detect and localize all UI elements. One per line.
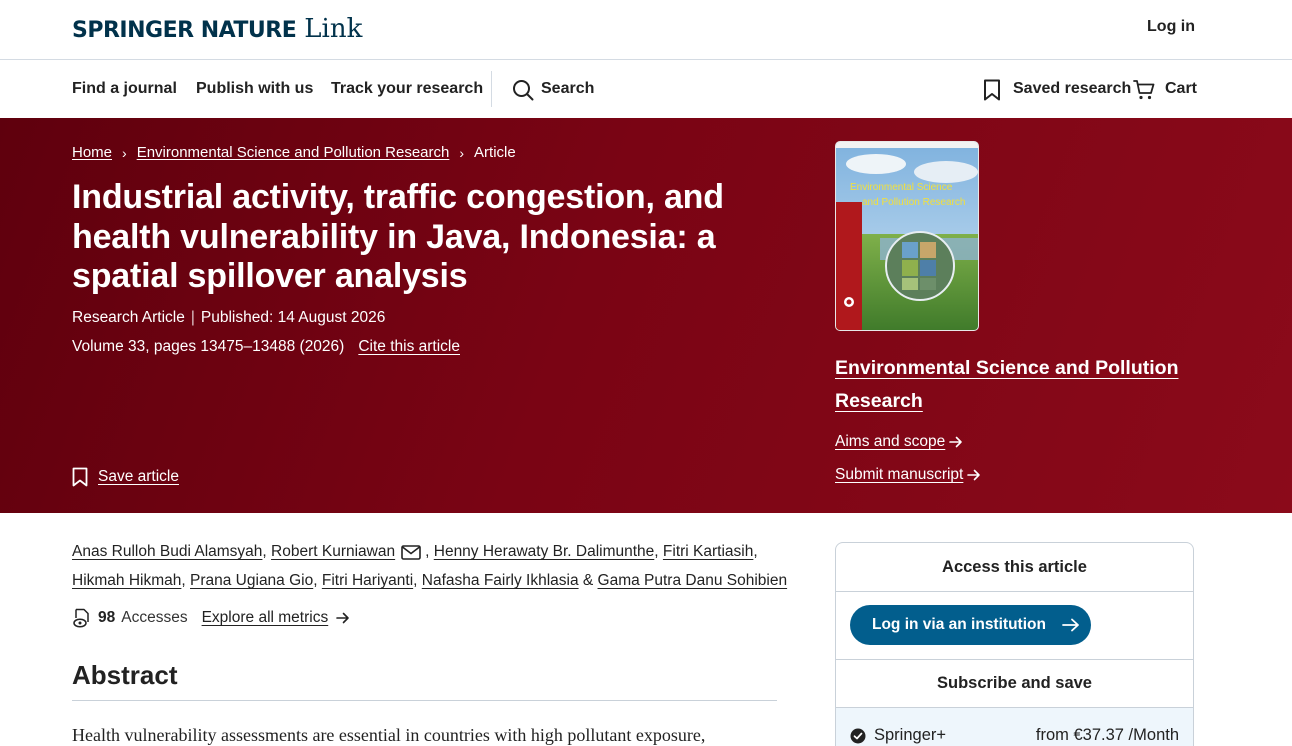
cart-icon[interactable] (1133, 79, 1155, 101)
author-link[interactable]: Nafasha Fairly Ikhlasia (422, 572, 579, 589)
abstract-heading: Abstract (72, 660, 178, 690)
check-circle-icon (850, 728, 866, 743)
author-link[interactable]: Robert Kurniawan (271, 543, 395, 560)
author-link[interactable]: Fitri Kartiasih (663, 543, 753, 560)
email-icon[interactable] (401, 545, 421, 560)
breadcrumb-current: Article (474, 144, 516, 161)
author-list: Anas Rulloh Budi Alamsyah, Robert Kurnia… (72, 543, 788, 589)
nav-publish[interactable]: Publish with us (196, 80, 313, 98)
chevron-right-icon: › (459, 144, 465, 161)
aims-scope-link[interactable]: Aims and scope (835, 433, 963, 451)
explore-metrics-link[interactable]: Explore all metrics (202, 609, 329, 627)
save-article-button[interactable]: Save article (72, 467, 179, 487)
submit-manuscript-label: Submit manuscript (835, 466, 964, 483)
access-article-panel: Access this article Log in via an instit… (835, 542, 1194, 746)
springer-nature-link-logo[interactable]: SPRINGER NATURE Link (72, 14, 362, 44)
nav-find-journal[interactable]: Find a journal (72, 80, 177, 98)
cite-article-link[interactable]: Cite this article (358, 338, 460, 355)
author-link[interactable]: Fitri Hariyanti (322, 572, 413, 589)
arrow-right-icon (967, 469, 981, 481)
journal-name-link[interactable]: Environmental Science and Pollution Rese… (835, 352, 1195, 418)
submit-manuscript-link[interactable]: Submit manuscript (835, 466, 981, 484)
springer-plus-option[interactable]: Springer+ from €37.37 /Month (836, 708, 1193, 746)
article-volume-row: Volume 33, pages 13475–13488 (2026) Cite … (72, 338, 460, 356)
breadcrumb-journal[interactable]: Environmental Science and Pollution Rese… (137, 144, 450, 161)
author-link[interactable]: Anas Rulloh Budi Alamsyah (72, 543, 262, 560)
plan-name: Springer+ (850, 726, 946, 745)
breadcrumb-home[interactable]: Home (72, 144, 112, 161)
author-link[interactable]: Henny Herawaty Br. Dalimunthe (434, 543, 655, 560)
cover-title-line-1: Environmental Science (850, 182, 953, 193)
main-nav: Find a journal Publish with us Track you… (0, 61, 1292, 118)
article-title: Industrial activity, traffic congestion,… (72, 178, 724, 295)
volume-pages: Volume 33, pages 13475–13488 (2026) (72, 338, 345, 355)
login-link[interactable]: Log in (1147, 18, 1195, 36)
arrow-right-icon (949, 436, 963, 448)
nav-divider (491, 71, 492, 107)
cover-title-line-2: and Pollution Research (862, 197, 965, 208)
author-link[interactable]: Gama Putra Danu Sohibien (598, 572, 788, 589)
bookmark-icon[interactable] (983, 79, 1001, 101)
access-heading: Access this article (836, 543, 1193, 592)
nav-track-research[interactable]: Track your research (331, 80, 483, 98)
published-date: Published: 14 August 2026 (200, 309, 386, 326)
breadcrumb: Home › Environmental Science and Polluti… (72, 144, 516, 161)
chevron-right-icon: › (122, 144, 127, 161)
aims-scope-label: Aims and scope (835, 433, 946, 450)
download-document-icon (73, 608, 89, 628)
article-meta: Research Article | Published: 14 August 20… (72, 309, 386, 326)
plan-label: Springer+ (874, 726, 947, 744)
article-hero: Home › Environmental Science and Polluti… (0, 118, 1292, 513)
nav-cart[interactable]: Cart (1165, 80, 1197, 98)
author-link[interactable]: Prana Ugiana Gio (190, 572, 313, 589)
logo-link-text: Link (304, 14, 363, 44)
search-icon[interactable] (512, 79, 534, 101)
institution-login-row: Log in via an institution (836, 592, 1193, 660)
nav-search[interactable]: Search (541, 80, 594, 98)
logo-main-text: SPRINGER NATURE (72, 18, 297, 43)
abstract-text: Health vulnerability assessments are ess… (72, 725, 706, 745)
nav-saved-research[interactable]: Saved research (1013, 80, 1131, 98)
accesses-count: 98 (98, 609, 116, 626)
save-article-label: Save article (98, 468, 179, 485)
author-link[interactable]: Hikmah Hikmah (72, 572, 181, 589)
bookmark-icon (72, 467, 88, 487)
accesses-label: Accesses (121, 609, 188, 626)
arrow-right-icon (1062, 618, 1079, 632)
top-header: SPRINGER NATURE Link Log in (0, 0, 1292, 60)
subscribe-heading: Subscribe and save (836, 660, 1193, 708)
journal-cover-image[interactable]: Environmental Science and Pollution Rese… (835, 141, 979, 331)
institution-login-label: Log in via an institution (872, 616, 1046, 633)
article-type: Research Article (72, 309, 185, 326)
article-metrics: 98 Accesses Explore all metrics (72, 608, 350, 628)
abstract-divider (72, 700, 777, 701)
plan-price: from €37.37 /Month (1035, 726, 1179, 744)
arrow-right-icon (336, 612, 350, 624)
institution-login-button[interactable]: Log in via an institution (850, 605, 1091, 645)
